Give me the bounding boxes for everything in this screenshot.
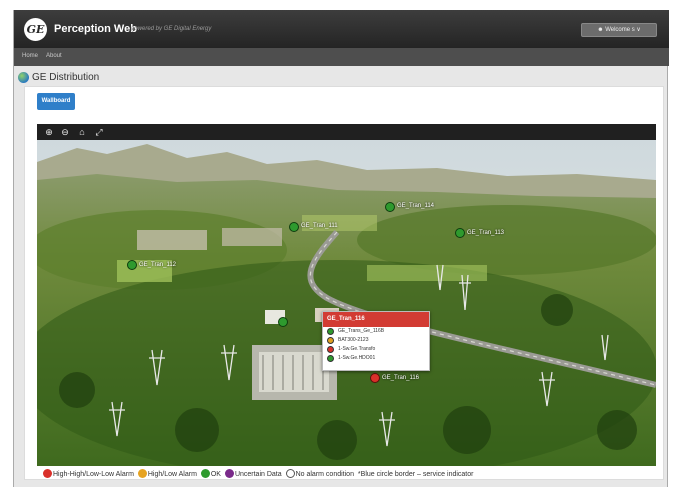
- marker-label: GE_Tran_111: [301, 223, 338, 229]
- legend-item: Uncertain Data: [224, 469, 282, 478]
- user-icon: ☻: [597, 27, 604, 33]
- fullscreen-icon[interactable]: ⤢: [93, 126, 105, 138]
- status-dot-icon: [327, 328, 334, 335]
- status-marker-ok[interactable]: [385, 202, 395, 212]
- nav-about-link[interactable]: About: [46, 53, 62, 59]
- legend-item: OK: [200, 469, 221, 478]
- asset-popup[interactable]: GE_Tran_116 GE_Trans_Ge_116B BAT300-2123…: [322, 311, 430, 371]
- map-viewer[interactable]: ⊕ ⊖ ⌂ ⤢ GE_Tran_114 GE_Tran_113 GE_Tran_…: [37, 124, 656, 466]
- legend-label: High/Low Alarm: [147, 471, 197, 478]
- orange-circle-icon: [137, 469, 147, 478]
- popup-row-text: 1-Sw.Ge.HDO01: [338, 355, 376, 361]
- app-title: Perception Web: [54, 23, 137, 35]
- red-circle-icon: [43, 469, 52, 478]
- legend-item: High-High/Low-Low Alarm: [43, 469, 134, 478]
- marker-label: GE_Tran_116: [382, 375, 420, 381]
- marker-label: GE_Tran_114: [397, 203, 435, 209]
- status-dot-icon: [327, 337, 334, 344]
- green-circle-icon: [200, 469, 210, 478]
- marker-label: GE_Tran_112: [139, 262, 177, 268]
- legend-label: High-High/Low-Low Alarm: [53, 471, 134, 478]
- status-marker-ok[interactable]: [455, 228, 465, 238]
- status-marker-ok[interactable]: [278, 317, 288, 327]
- globe-icon: [18, 72, 29, 83]
- legend-label: No alarm condition: [295, 471, 354, 478]
- status-marker-alarm[interactable]: [370, 373, 380, 383]
- popup-row[interactable]: 1-Sw.Ge.HDO01: [323, 354, 429, 363]
- top-bar: GE Perception Web powered by GE Digital …: [14, 10, 669, 48]
- legend-label: Uncertain Data: [234, 471, 282, 478]
- status-marker-ok[interactable]: [289, 222, 299, 232]
- powered-by-text: powered by GE Digital Energy: [131, 26, 212, 32]
- terrain-scene[interactable]: GE_Tran_114 GE_Tran_113 GE_Tran_111 GE_T…: [37, 140, 656, 466]
- popup-row-text: GE_Trans_Ge_116B: [338, 328, 385, 334]
- content-panel: Wallboard ⊕ ⊖ ⌂ ⤢ GE_Tran_114 GE_Tran_11…: [24, 86, 664, 480]
- welcome-label: Welcome s ∨: [605, 27, 641, 33]
- marker-label: GE_Tran_113: [467, 230, 505, 236]
- legend-label: OK: [210, 471, 221, 478]
- home-icon[interactable]: ⌂: [76, 126, 88, 138]
- popup-row-text: BAT300-2123: [338, 337, 369, 343]
- popup-row-text: 1-Sw.Ge.Transfo: [338, 346, 376, 352]
- legend-note: *Blue circle border – service indicator: [357, 471, 474, 478]
- status-dot-icon: [327, 355, 334, 362]
- white-circle-icon: [285, 469, 295, 478]
- nav-bar: Home About: [14, 48, 669, 66]
- app-window: GE Perception Web powered by GE Digital …: [13, 10, 669, 487]
- zoom-out-icon[interactable]: ⊖: [59, 126, 71, 138]
- viewer-toolbar: ⊕ ⊖ ⌂ ⤢: [37, 124, 656, 140]
- nav-home-link[interactable]: Home: [22, 53, 38, 59]
- popup-row[interactable]: 1-Sw.Ge.Transfo: [323, 345, 429, 354]
- purple-circle-icon: [224, 469, 234, 478]
- legend-item: High/Low Alarm: [137, 469, 197, 478]
- terrain-image: [37, 140, 656, 466]
- status-legend: High-High/Low-Low Alarm High/Low Alarm O…: [43, 469, 473, 478]
- legend-item: No alarm condition: [285, 469, 354, 478]
- status-dot-icon: [327, 346, 334, 353]
- welcome-user-menu[interactable]: ☻ Welcome s ∨: [581, 23, 657, 37]
- popup-row[interactable]: GE_Trans_Ge_116B: [323, 327, 429, 336]
- wallboard-button[interactable]: Wallboard: [37, 93, 75, 110]
- status-marker-ok[interactable]: [127, 260, 137, 270]
- ge-logo: GE: [24, 18, 47, 41]
- popup-row[interactable]: BAT300-2123: [323, 336, 429, 345]
- zoom-in-icon[interactable]: ⊕: [43, 126, 55, 138]
- page-title: GE Distribution: [32, 72, 100, 83]
- popup-title: GE_Tran_116: [323, 312, 429, 327]
